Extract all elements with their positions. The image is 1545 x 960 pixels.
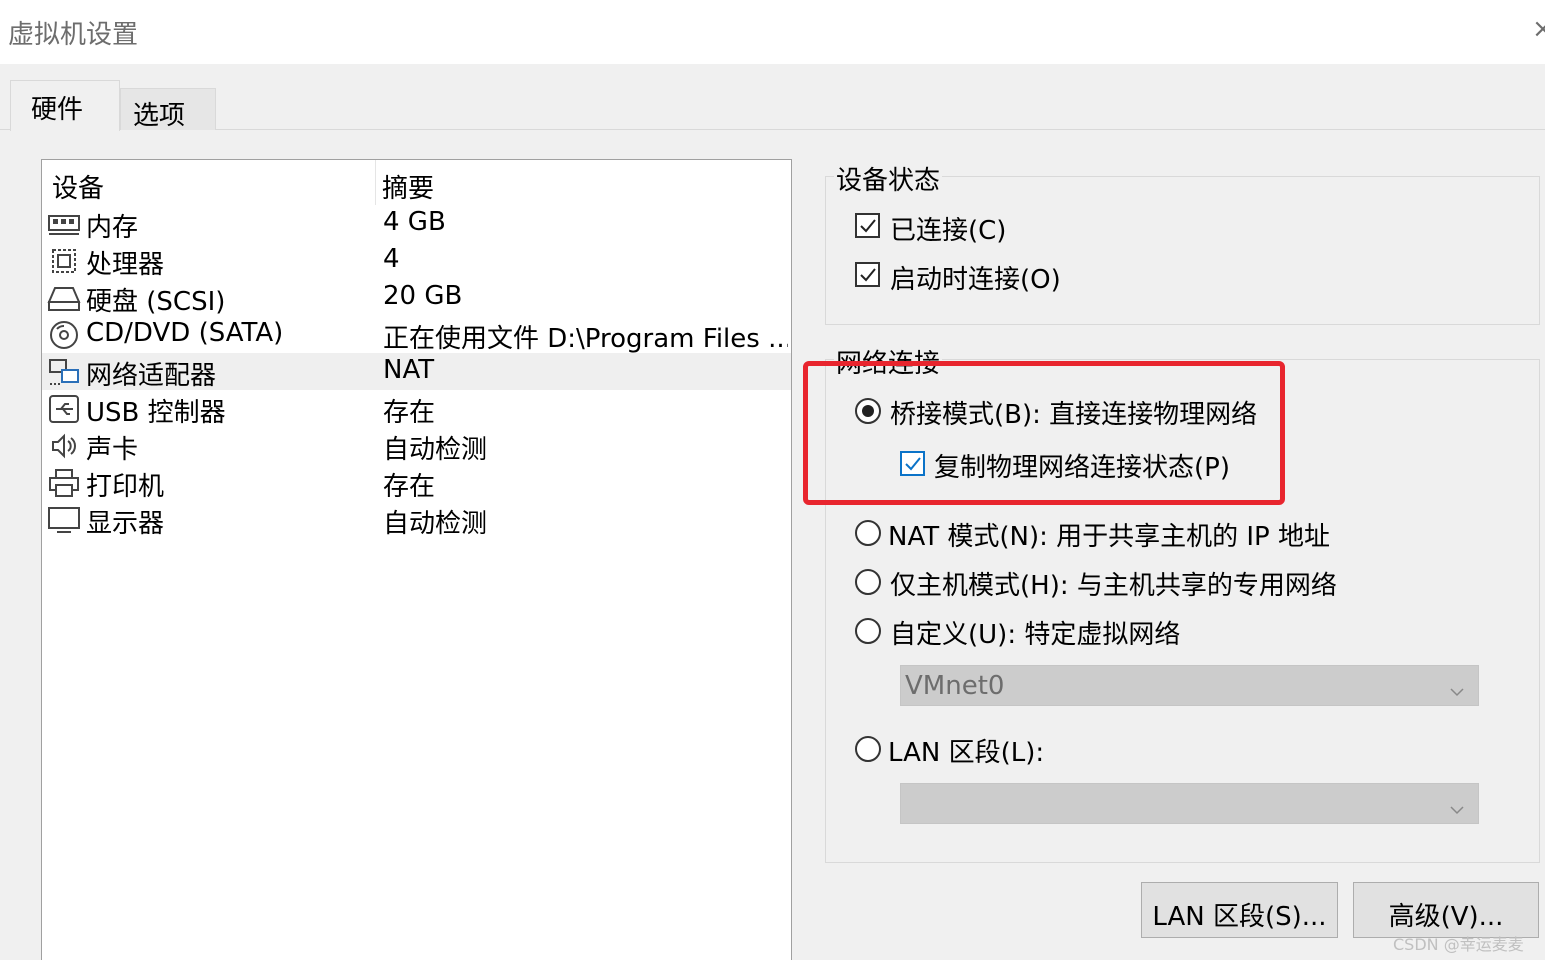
device-name: 打印机 xyxy=(86,472,165,502)
custom-label[interactable]: 自定义(U): 特定虚拟网络 xyxy=(890,614,1180,651)
tab-options[interactable]: 选项 xyxy=(120,88,216,131)
lan-segment-select[interactable] xyxy=(900,783,1479,824)
device-list-header: 设备 摘要 xyxy=(42,160,791,205)
custom-network-select[interactable]: VMnet0 xyxy=(900,665,1479,706)
nat-radio[interactable] xyxy=(855,520,881,546)
title-bar: 虚拟机设置 × xyxy=(0,0,1545,64)
device-name: 网络适配器 xyxy=(86,361,217,391)
device-column-header[interactable]: 设备 xyxy=(52,168,104,205)
hard-disk-icon xyxy=(47,282,81,314)
device-row-display[interactable]: 显示器 自动检测 xyxy=(42,501,791,539)
tab-hardware[interactable]: 硬件 xyxy=(10,80,120,131)
display-icon xyxy=(47,504,81,536)
connected-checkbox[interactable] xyxy=(855,213,880,238)
device-summary: 4 GB xyxy=(383,207,446,237)
device-row-processor[interactable]: 处理器 4 xyxy=(42,242,791,280)
chevron-down-icon xyxy=(1450,792,1464,822)
device-name: 声卡 xyxy=(86,435,139,465)
tab-strip: 硬件 选项 xyxy=(0,64,1545,131)
device-summary: 正在使用文件 D:\Program Files ... xyxy=(383,324,788,354)
device-name: 处理器 xyxy=(86,250,165,280)
printer-icon xyxy=(47,467,81,499)
device-summary: 自动检测 xyxy=(383,435,488,465)
device-list[interactable]: 设备 摘要 内存 4 GB 处理器 4 硬盘 (SCSI) 20 GB CD/D… xyxy=(41,159,792,960)
device-summary: 存在 xyxy=(383,398,436,428)
device-name: 显示器 xyxy=(86,509,165,539)
network-adapter-icon xyxy=(47,356,81,388)
advanced-button-label: 高级(V)... xyxy=(1388,902,1504,932)
memory-icon xyxy=(47,208,81,240)
device-summary: 自动检测 xyxy=(383,509,488,539)
column-divider xyxy=(375,160,376,205)
host-only-label[interactable]: 仅主机模式(H): 与主机共享的专用网络 xyxy=(890,565,1337,602)
cd-dvd-icon xyxy=(47,319,81,351)
checkmark-icon xyxy=(860,268,876,282)
processor-icon xyxy=(47,245,81,277)
chevron-down-icon xyxy=(1450,674,1464,704)
device-row-usb[interactable]: USB 控制器 存在 xyxy=(42,390,791,428)
watermark: CSDN @幸运麦麦 xyxy=(1393,935,1524,954)
window-title: 虚拟机设置 xyxy=(8,20,139,50)
device-summary: 存在 xyxy=(383,472,436,502)
device-status-legend: 设备状态 xyxy=(834,160,943,197)
nat-label[interactable]: NAT 模式(N): 用于共享主机的 IP 地址 xyxy=(888,516,1330,553)
lan-segments-button[interactable]: LAN 区段(S)... xyxy=(1141,882,1338,938)
device-summary: 20 GB xyxy=(383,281,463,311)
device-name: 内存 xyxy=(86,213,139,243)
lan-segment-radio[interactable] xyxy=(855,736,881,762)
device-name: CD/DVD (SATA) xyxy=(86,318,284,348)
device-row-memory[interactable]: 内存 4 GB xyxy=(42,205,791,243)
custom-network-value: VMnet0 xyxy=(905,671,1005,701)
host-only-radio[interactable] xyxy=(855,569,881,595)
connect-at-power-on-label[interactable]: 启动时连接(O) xyxy=(890,259,1061,296)
device-row-sound[interactable]: 声卡 自动检测 xyxy=(42,427,791,465)
device-name: USB 控制器 xyxy=(86,398,226,428)
device-summary: NAT xyxy=(383,355,435,385)
close-icon[interactable]: × xyxy=(1532,14,1545,44)
lan-segments-button-label: LAN 区段(S)... xyxy=(1152,902,1327,932)
sound-icon xyxy=(47,430,81,462)
custom-radio[interactable] xyxy=(855,618,881,644)
device-name: 硬盘 (SCSI) xyxy=(86,287,226,317)
annotation-highlight-box xyxy=(803,361,1285,505)
device-row-printer[interactable]: 打印机 存在 xyxy=(42,464,791,502)
summary-column-header[interactable]: 摘要 xyxy=(382,168,434,205)
usb-icon xyxy=(47,393,81,425)
device-row-cd-dvd[interactable]: CD/DVD (SATA) 正在使用文件 D:\Program Files ..… xyxy=(42,316,791,354)
device-status-group xyxy=(825,176,1540,325)
device-row-hard-disk[interactable]: 硬盘 (SCSI) 20 GB xyxy=(42,279,791,317)
device-row-network-adapter[interactable]: 网络适配器 NAT xyxy=(42,353,791,391)
checkmark-icon xyxy=(860,219,876,233)
advanced-button[interactable]: 高级(V)... xyxy=(1353,882,1539,938)
connected-label[interactable]: 已连接(C) xyxy=(890,210,1006,247)
device-summary: 4 xyxy=(383,244,400,274)
connect-at-power-on-checkbox[interactable] xyxy=(855,262,880,287)
lan-segment-label[interactable]: LAN 区段(L): xyxy=(888,732,1044,769)
